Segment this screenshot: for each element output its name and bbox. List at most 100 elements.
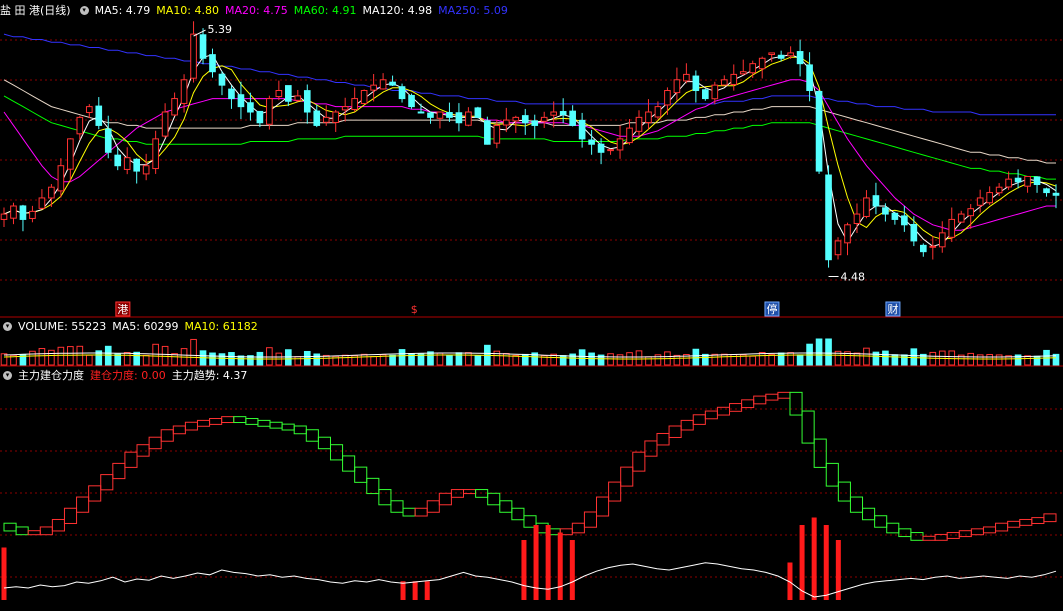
candle-body — [626, 127, 633, 144]
volume-bar — [389, 354, 396, 366]
volume-bar — [635, 350, 643, 366]
high-price-label: 5.39 — [208, 23, 233, 36]
candle-body — [379, 79, 387, 90]
volume-bar — [986, 354, 993, 366]
force-bar — [569, 540, 575, 600]
candle-body — [872, 195, 880, 207]
candle-body — [446, 112, 453, 118]
force-bar — [412, 581, 418, 600]
trend-step — [329, 444, 344, 461]
stock-name: 盐 田 港(日线) — [0, 4, 71, 17]
trend-step — [3, 522, 17, 532]
trend-step — [317, 436, 331, 450]
candle-body — [209, 54, 216, 73]
volume-bar — [815, 338, 823, 366]
candle-body — [294, 95, 302, 101]
candle-body — [1024, 175, 1031, 187]
stock-chart: 5.39 4.48 港 $ 停 财 — [0, 21, 1063, 600]
candle-body — [976, 197, 984, 206]
trend-step — [196, 419, 211, 427]
candle-body — [777, 54, 785, 59]
trend-step — [148, 436, 162, 450]
volume-bar — [578, 349, 586, 366]
volume-bar — [853, 352, 861, 366]
candle-body — [1014, 177, 1022, 183]
volume-bar — [1033, 355, 1041, 366]
trend-step — [886, 522, 900, 534]
trend-step — [608, 481, 622, 502]
candle-body — [720, 79, 728, 86]
trend-step — [245, 418, 259, 425]
candle-body — [730, 73, 738, 85]
trend-step — [184, 421, 198, 431]
trend-step — [426, 500, 440, 513]
trend-step — [765, 393, 779, 401]
candle-body — [427, 112, 434, 118]
volume-panel-header: ▾ VOLUME: 55223 MA5: 60299 MA10: 61182 — [0, 318, 264, 334]
trend-step — [680, 419, 694, 431]
candle-body — [815, 90, 823, 172]
candle-body — [114, 154, 122, 167]
volume-bar — [76, 345, 84, 366]
ma10-label: MA10: 4.80 — [156, 3, 220, 17]
candle-body — [370, 84, 377, 91]
trend-step — [112, 462, 126, 480]
volume-menu-icon[interactable]: ▾ — [3, 321, 12, 331]
candle-body — [853, 213, 861, 225]
candle-body — [844, 224, 851, 244]
panel-menu-icon[interactable]: ▾ — [79, 5, 89, 15]
candle-body — [10, 205, 17, 219]
force-bar — [811, 517, 817, 600]
candle-body — [645, 111, 652, 124]
volume-bar — [266, 347, 273, 366]
volume-bar — [1024, 355, 1031, 366]
force-bar — [799, 525, 805, 600]
volume-bar — [474, 355, 482, 366]
event-marker-label: 财 — [887, 302, 898, 316]
trend-step — [862, 507, 876, 521]
volume-bar — [48, 349, 55, 366]
candle-body — [702, 89, 709, 100]
volume-ma10-label: MA10: 61182 — [184, 319, 258, 333]
event-marker-label: 港 — [117, 303, 128, 316]
candle-body — [901, 215, 908, 226]
trend-step — [995, 522, 1009, 532]
trend-step — [777, 391, 791, 399]
candle-body — [597, 143, 605, 153]
candle-body — [967, 208, 975, 217]
ma60-label: MA60: 4.91 — [293, 3, 357, 17]
candle-body — [29, 210, 36, 219]
candle-body — [161, 111, 169, 137]
candle-body — [38, 197, 46, 209]
volume-bar — [38, 348, 46, 366]
candle-body — [1005, 178, 1012, 188]
trend-step — [922, 535, 936, 541]
volume-bar — [768, 354, 775, 366]
trend-step — [511, 507, 525, 521]
force-bar — [533, 525, 539, 600]
trend-step — [100, 474, 114, 491]
trend-step — [438, 492, 452, 506]
ma5-label: MA5: 4.79 — [94, 3, 151, 17]
candle-body — [654, 106, 662, 118]
volume-bar — [29, 350, 36, 366]
volume-bar — [976, 354, 984, 366]
indicator-menu-icon[interactable]: ▾ — [3, 370, 12, 380]
candle-body — [550, 111, 558, 116]
ma120-label: MA120: 4.98 — [362, 3, 433, 17]
trend-step — [402, 507, 416, 517]
trend-step — [305, 429, 319, 442]
low-price-label: 4.48 — [841, 271, 866, 284]
candle-body — [863, 197, 870, 217]
force-bar — [424, 581, 430, 600]
trend-step — [644, 440, 658, 457]
volume-bar — [465, 352, 472, 366]
candle-body — [133, 158, 141, 172]
volume-bar — [559, 355, 567, 366]
trend-step — [233, 416, 247, 424]
candle-body — [266, 98, 273, 125]
ma20-line — [3, 79, 1056, 231]
trend-step — [172, 425, 186, 435]
volume-bar — [427, 351, 434, 366]
volume-bar — [948, 350, 956, 366]
